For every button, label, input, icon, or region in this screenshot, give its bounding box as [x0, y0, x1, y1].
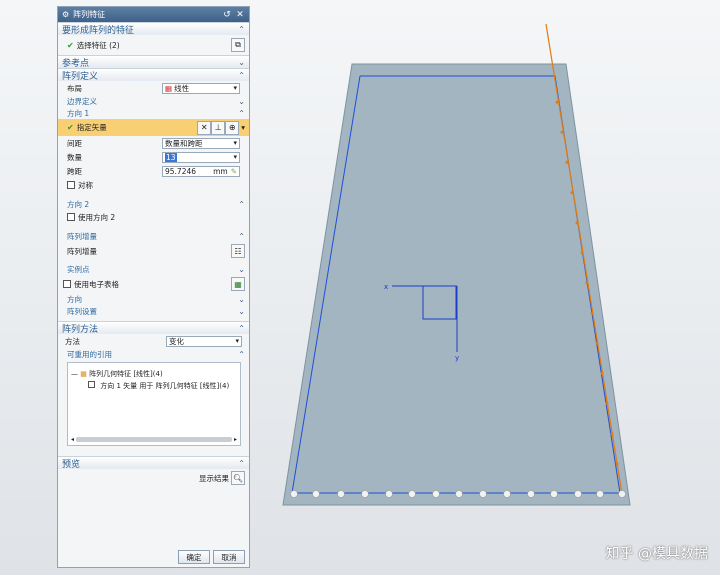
vector-tick — [605, 402, 609, 406]
chevron-up-icon: ⌃ — [238, 199, 245, 209]
chevron-up-icon: ⌃ — [238, 24, 245, 34]
gear-icon: ⚙ — [62, 10, 70, 19]
symmetric-row[interactable]: 对称 — [58, 178, 249, 192]
show-result-row: 显示结果 🔍︎ — [58, 469, 249, 487]
select-feature-icon[interactable]: ⧉ — [231, 38, 245, 52]
chevron-down-icon: ⌄ — [238, 96, 245, 106]
specify-vector-row[interactable]: ✔ 指定矢量 ✕ ⊥ ⊕ ▾ — [58, 119, 249, 136]
method-select[interactable]: 变化 — [166, 335, 242, 347]
pitch-row: 跨距 95.7246 mm ✎ — [58, 164, 249, 178]
feature-icon: ▦ — [80, 370, 87, 378]
section-pattern-definition[interactable]: 阵列定义 ⌃ — [58, 68, 249, 82]
select-feature-row[interactable]: ✔ 选择特征 (2) ⧉ — [58, 35, 249, 55]
vector-dialog-icon[interactable]: ⊥ — [211, 120, 226, 135]
tree-item[interactable]: 方向 1 矢量 用于 阵列几何特征 [线性](4) — [88, 381, 229, 391]
chevron-up-icon: ⌃ — [238, 108, 245, 118]
vector-tick — [570, 191, 574, 195]
chevron-up-icon: ⌃ — [238, 70, 245, 80]
spacing-row: 间距 数量和跨距 — [58, 136, 249, 150]
spreadsheet-checkbox[interactable] — [63, 280, 71, 288]
dialog-title: 阵列特征 — [73, 10, 106, 19]
axis-x-label: x — [384, 283, 388, 291]
pattern-instances — [290, 490, 626, 498]
pencil-icon[interactable]: ✎ — [231, 167, 237, 176]
chevron-up-icon: ⌃ — [238, 323, 245, 333]
layout-select[interactable]: ▦ 线性 — [162, 82, 240, 94]
chevron-down-icon: ⌄ — [238, 57, 245, 67]
vector-tick — [590, 311, 594, 315]
axis-y-label: y — [455, 354, 459, 362]
scroll-right-icon[interactable]: ▸ — [234, 436, 237, 443]
dialog-titlebar: ⚙ 阵列特征 ↺ ✕ — [58, 7, 249, 22]
section-preview[interactable]: 预览 ⌃ — [58, 456, 249, 470]
layout-row: 布局 ▦ 线性 — [58, 81, 249, 95]
vector-tick — [585, 281, 589, 285]
scroll-left-icon[interactable]: ◂ — [71, 436, 74, 443]
check-icon: ✔ — [67, 123, 74, 132]
count-input[interactable]: 13 — [162, 151, 240, 163]
magnifier-icon[interactable]: 🔍︎ — [231, 471, 245, 485]
tree-item[interactable]: — ▦ 阵列几何特征 [线性](4) — [71, 369, 163, 379]
count-row: 数量 13 — [58, 150, 249, 164]
increment-row: 阵列增量 ☷ — [58, 242, 249, 260]
section-reference-point[interactable]: 参考点 ⌄ — [58, 55, 249, 69]
chevron-down-icon[interactable]: ▾ — [241, 123, 245, 132]
increment-header[interactable]: 阵列增量 ⌃ — [58, 230, 249, 242]
horizontal-scrollbar[interactable]: ◂ ▸ — [71, 435, 237, 443]
vector-tick — [575, 221, 579, 225]
use-direction2-row[interactable]: 使用方向 2 — [58, 210, 249, 224]
vector-options-icon[interactable]: ⊕ — [225, 120, 240, 135]
vector-tick — [555, 100, 559, 104]
reverse-direction-icon[interactable]: ✕ — [197, 120, 212, 135]
vector-tick — [580, 251, 584, 255]
vector-tick — [600, 371, 604, 375]
tree-item-checkbox[interactable] — [88, 381, 95, 388]
spreadsheet-icon[interactable]: ▦ — [231, 277, 245, 291]
reusable-refs-tree[interactable]: — ▦ 阵列几何特征 [线性](4) 方向 1 矢量 用于 阵列几何特征 [线性… — [67, 362, 241, 446]
section-features[interactable]: 要形成阵列的特征 ⌃ — [58, 22, 249, 36]
direction1-header[interactable]: 方向 1 ⌃ — [58, 107, 249, 119]
method-row: 方法 变化 — [58, 334, 249, 348]
chevron-up-icon: ⌃ — [238, 231, 245, 241]
vector-tick — [610, 432, 614, 436]
instance-point-header[interactable]: 实例点 ⌄ — [58, 263, 249, 275]
chevron-down-icon: ⌄ — [238, 294, 245, 304]
chevron-down-icon: ⌄ — [238, 306, 245, 316]
collapse-icon[interactable]: — — [71, 370, 78, 378]
close-icon[interactable]: ✕ — [235, 10, 245, 20]
reusable-refs-header[interactable]: 可重用的引用 ⌃ — [58, 348, 249, 360]
grid-icon: ▦ — [165, 83, 173, 93]
check-icon: ✔ — [67, 40, 74, 50]
vector-tick — [560, 130, 564, 134]
pattern-settings-header[interactable]: 阵列设置 ⌄ — [58, 305, 249, 317]
vector-tick — [615, 462, 619, 466]
chevron-up-icon: ⌃ — [238, 349, 245, 359]
cancel-button[interactable]: 取消 — [213, 550, 245, 564]
boundary-definition-header[interactable]: 边界定义 ⌄ — [58, 95, 249, 107]
direction2-header[interactable]: 方向 2 ⌃ — [58, 198, 249, 210]
plate-face — [282, 63, 631, 506]
chevron-up-icon: ⌃ — [238, 458, 245, 468]
reset-icon[interactable]: ↺ — [222, 10, 232, 20]
pitch-input[interactable]: 95.7246 mm ✎ — [162, 165, 240, 177]
pattern-feature-dialog: ⚙ 阵列特征 ↺ ✕ 要形成阵列的特征 ⌃ ✔ 选择特征 (2) ⧉ 参考点 ⌄… — [57, 6, 250, 568]
select-feature-label: 选择特征 (2) — [76, 40, 120, 50]
section-pattern-method[interactable]: 阵列方法 ⌃ — [58, 321, 249, 335]
spreadsheet-row[interactable]: 使用电子表格 ▦ — [58, 275, 249, 293]
ok-button[interactable]: 确定 — [178, 550, 210, 564]
spacing-select[interactable]: 数量和跨距 — [162, 137, 240, 149]
orientation-header[interactable]: 方向 ⌄ — [58, 293, 249, 305]
symmetric-checkbox[interactable] — [67, 181, 75, 189]
use-direction2-checkbox[interactable] — [67, 213, 75, 221]
chevron-down-icon: ⌄ — [238, 264, 245, 274]
vector-tick — [565, 160, 569, 164]
increment-table-icon[interactable]: ☷ — [231, 244, 245, 258]
vector-tick — [595, 341, 599, 345]
watermark: 知乎 @模具数据 — [605, 546, 708, 562]
